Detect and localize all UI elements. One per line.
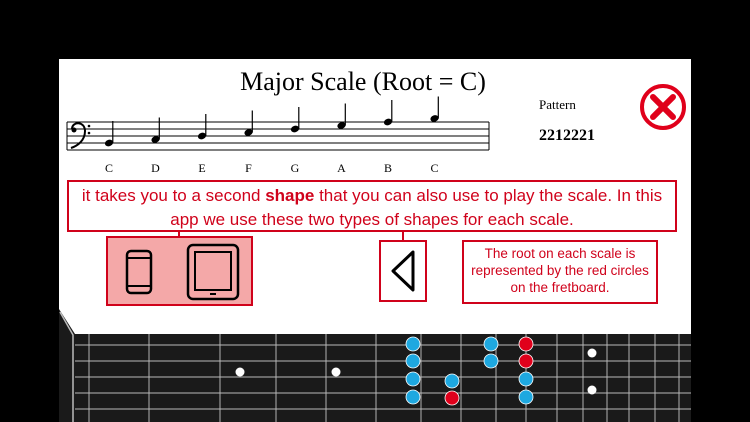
root-note-dot	[444, 390, 460, 406]
scale-note-dot	[518, 389, 534, 405]
scale-note-dot	[518, 371, 534, 387]
root-note-dot	[518, 336, 534, 352]
scale-note-dot	[483, 336, 499, 352]
lesson-card: Major Scale (Root = C) Pattern 2212221 C…	[59, 59, 691, 422]
scale-note-dot	[444, 373, 460, 389]
scale-note-dot	[405, 389, 421, 405]
fret-marker-dot	[587, 348, 597, 358]
fret-marker-dot	[235, 367, 245, 377]
fret-marker-dot	[331, 367, 341, 377]
fret-marker-dot	[587, 385, 597, 395]
scale-note-dot	[405, 336, 421, 352]
root-note-dot	[518, 353, 534, 369]
scale-note-dot	[405, 353, 421, 369]
scale-note-dot	[483, 353, 499, 369]
fretboard	[59, 309, 691, 422]
scale-note-dot	[405, 371, 421, 387]
